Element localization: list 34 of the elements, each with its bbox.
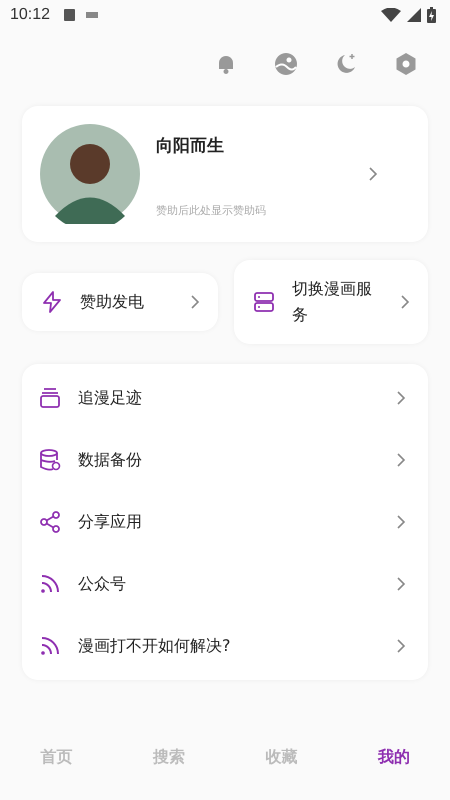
action-card[interactable]: 切换漫画服务 bbox=[234, 260, 428, 344]
chevron-icon bbox=[190, 294, 200, 310]
action-label: 赞助发电 bbox=[80, 291, 145, 313]
menu-item[interactable]: 追漫足迹 bbox=[22, 367, 428, 429]
signal-icon bbox=[407, 8, 421, 22]
wifi-icon bbox=[381, 8, 401, 22]
chevron-icon bbox=[400, 294, 410, 310]
action-card[interactable]: 赞助发电 bbox=[22, 273, 218, 331]
stack-icon bbox=[38, 386, 62, 410]
chevron-icon bbox=[396, 576, 406, 592]
sponsor-hint: 赞助后此处显示赞助码 bbox=[156, 203, 267, 218]
bolt-icon bbox=[40, 290, 64, 314]
feed-icon bbox=[38, 572, 62, 596]
menu-item[interactable]: 分享应用 bbox=[22, 491, 428, 553]
settings-icon[interactable] bbox=[394, 52, 418, 76]
nav-tab[interactable]: 我的 bbox=[338, 746, 450, 768]
landscape-icon[interactable] bbox=[274, 52, 298, 76]
status-time: 10:12 bbox=[10, 6, 50, 24]
chevron-icon bbox=[368, 166, 378, 182]
chevron-icon bbox=[396, 390, 406, 406]
user-name: 向阳而生 bbox=[156, 135, 225, 157]
chevron-icon bbox=[396, 638, 406, 654]
battery-icon bbox=[427, 7, 436, 23]
chevron-icon bbox=[396, 514, 406, 530]
share-icon bbox=[38, 510, 62, 534]
feed-icon bbox=[38, 634, 62, 658]
action-label: 切换漫画服务 bbox=[292, 278, 373, 326]
profile-card[interactable]: 向阳而生 赞助后此处显示赞助码 bbox=[22, 106, 428, 242]
menu-item[interactable]: 公众号 bbox=[22, 553, 428, 615]
server-icon bbox=[252, 290, 276, 314]
chevron-icon bbox=[396, 452, 406, 468]
menu-item[interactable]: 数据备份 bbox=[22, 429, 428, 491]
database-icon bbox=[38, 448, 62, 472]
menu-item[interactable]: 漫画打不开如何解决? bbox=[22, 615, 428, 677]
